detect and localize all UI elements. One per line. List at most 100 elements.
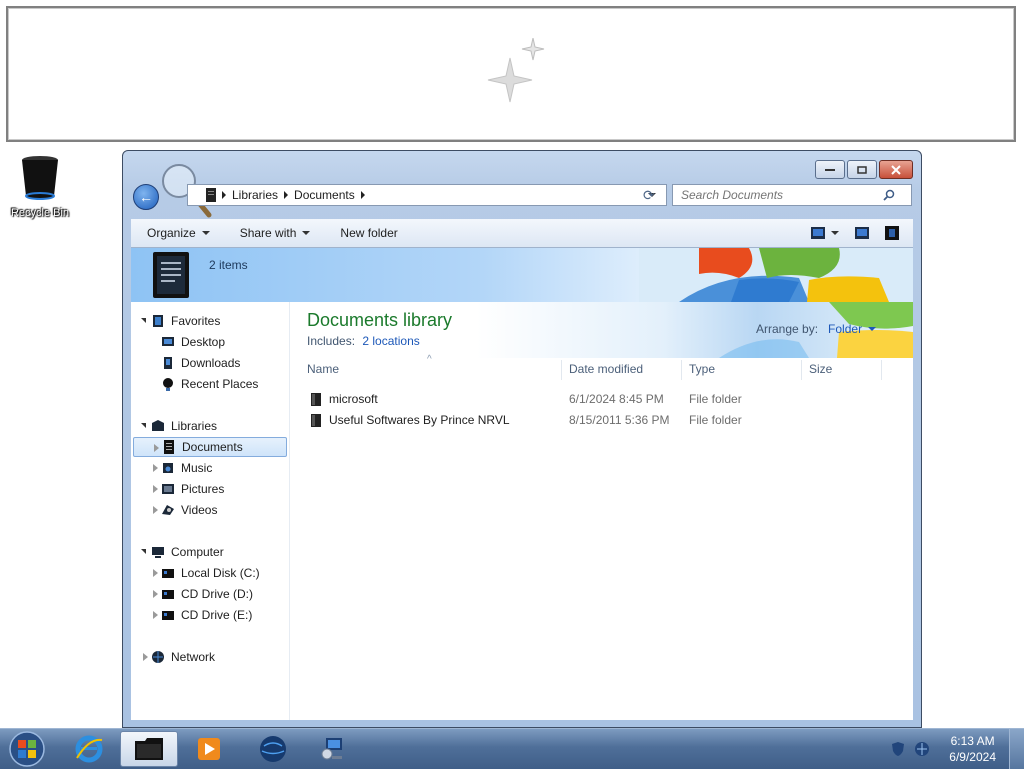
maximize-button[interactable] [847, 160, 877, 179]
expand-arrow-icon[interactable] [154, 444, 159, 452]
nav-documents[interactable]: Documents [133, 437, 287, 457]
expand-arrow-icon[interactable] [153, 569, 158, 577]
column-separator[interactable] [801, 360, 802, 380]
collapse-arrow-icon[interactable] [141, 423, 146, 428]
expand-arrow-icon[interactable] [153, 506, 158, 514]
start-button[interactable] [0, 731, 54, 767]
nav-videos[interactable]: Videos [161, 500, 217, 520]
refresh-icon[interactable]: ⟳ [643, 187, 655, 204]
libraries-icon [152, 420, 164, 431]
column-type[interactable]: Type [689, 362, 715, 376]
chevron-down-icon [831, 231, 839, 235]
documents-icon [164, 440, 174, 454]
minimize-button[interactable] [815, 160, 845, 179]
column-separator[interactable] [561, 360, 562, 380]
address-bar[interactable]: Libraries Documents [187, 184, 667, 206]
breadcrumb-documents[interactable]: Documents [294, 188, 355, 202]
file-date: 8/15/2011 5:36 PM [569, 413, 670, 427]
explorer-window: ← Libraries Documents ⟳ Organize Share w… [122, 150, 922, 728]
collapse-arrow-icon[interactable] [141, 318, 146, 323]
back-arrow-icon: ← [139, 189, 153, 205]
file-date: 6/1/2024 8:45 PM [569, 392, 664, 406]
pictures-icon [162, 484, 174, 494]
nav-recent-places[interactable]: Recent Places [161, 374, 258, 394]
expand-arrow-icon[interactable] [143, 653, 148, 661]
navigation-pane: Favorites Desktop Downloads Recent Place… [131, 302, 290, 720]
nav-favorites[interactable]: Favorites [151, 311, 220, 331]
taskbar-file-explorer[interactable] [120, 731, 178, 767]
nav-local-disk-c[interactable]: Local Disk (C:) [161, 563, 260, 583]
preview-pane-icon [855, 227, 869, 239]
nav-pictures[interactable]: Pictures [161, 479, 224, 499]
help-icon [885, 226, 899, 240]
network-tray-icon[interactable] [914, 741, 930, 757]
collapse-arrow-icon[interactable] [141, 549, 146, 554]
nav-network-label: Network [171, 650, 216, 664]
taskbar-internet-explorer[interactable] [60, 731, 118, 767]
nav-cd-drive-e[interactable]: CD Drive (E:) [161, 605, 252, 625]
show-desktop-button[interactable] [1009, 729, 1024, 769]
shield-icon[interactable] [890, 741, 906, 757]
drive-icon [162, 569, 174, 578]
recycle-bin-desktop-icon[interactable]: Recycle Bin [4, 154, 76, 219]
expand-arrow-icon[interactable] [153, 590, 158, 598]
window-controls [815, 160, 913, 179]
nav-computer[interactable]: Computer [151, 542, 224, 562]
nav-libraries[interactable]: Libraries [151, 416, 217, 436]
includes-label: Includes: [307, 334, 356, 348]
nav-downloads[interactable]: Downloads [161, 353, 240, 373]
arrange-by-dropdown[interactable]: Folder [828, 322, 877, 336]
file-row[interactable]: microsoft 6/1/2024 8:45 PM File folder [289, 389, 889, 409]
chevron-down-icon [868, 327, 877, 331]
column-separator[interactable] [681, 360, 682, 380]
library-header: Documents library Includes: 2 locations … [289, 302, 913, 358]
change-view-button[interactable] [811, 227, 839, 239]
column-separator[interactable] [881, 360, 882, 380]
windows-flag-decoration [639, 248, 913, 302]
search-box[interactable] [672, 184, 912, 206]
nav-network[interactable]: Network [151, 647, 215, 667]
music-icon [163, 463, 173, 473]
preview-pane-button[interactable] [855, 227, 869, 239]
minimize-icon [825, 168, 835, 171]
taskbar-media-player[interactable] [180, 731, 238, 767]
command-bar: Organize Share with New folder [131, 219, 913, 248]
downloads-icon [164, 357, 172, 369]
breadcrumb-libraries[interactable]: Libraries [232, 188, 278, 202]
folder-icon [311, 393, 321, 406]
nav-desktop[interactable]: Desktop [161, 332, 225, 352]
nav-computer-label: Computer [171, 545, 224, 559]
search-icon[interactable] [883, 189, 895, 201]
nav-cd-drive-d-label: CD Drive (D:) [181, 587, 253, 601]
share-with-button[interactable]: Share with [240, 226, 311, 240]
network-computer-icon [321, 738, 342, 760]
column-date-modified[interactable]: Date modified [569, 362, 643, 376]
locations-link[interactable]: 2 locations [362, 334, 419, 348]
taskbar-clock[interactable]: 6:13 AM 6/9/2024 [949, 733, 996, 765]
organize-label: Organize [147, 226, 196, 240]
nav-favorites-label: Favorites [171, 314, 221, 328]
nav-music-label: Music [181, 461, 213, 475]
chevron-down-icon [201, 231, 210, 235]
new-folder-button[interactable]: New folder [340, 226, 397, 240]
top-banner [6, 6, 1016, 142]
search-input[interactable] [679, 187, 883, 203]
sort-up-icon: ^ [427, 354, 432, 365]
close-button[interactable] [879, 160, 913, 179]
expand-arrow-icon[interactable] [153, 464, 158, 472]
file-row[interactable]: Useful Softwares By Prince NRVL 8/15/201… [289, 410, 889, 430]
file-name: Useful Softwares By Prince NRVL [329, 413, 510, 427]
nav-music[interactable]: Music [161, 458, 212, 478]
taskbar-globe-app[interactable] [244, 731, 302, 767]
back-button[interactable]: ← [133, 184, 159, 210]
cd-drive-icon [162, 590, 174, 599]
nav-cd-drive-d[interactable]: CD Drive (D:) [161, 584, 253, 604]
help-button[interactable] [885, 226, 899, 240]
expand-arrow-icon[interactable] [153, 611, 158, 619]
taskbar-network-app[interactable] [304, 731, 362, 767]
expand-arrow-icon[interactable] [153, 485, 158, 493]
organize-button[interactable]: Organize [147, 226, 210, 240]
computer-icon [152, 547, 164, 558]
column-size[interactable]: Size [809, 362, 832, 376]
column-name[interactable]: Name [307, 362, 339, 376]
